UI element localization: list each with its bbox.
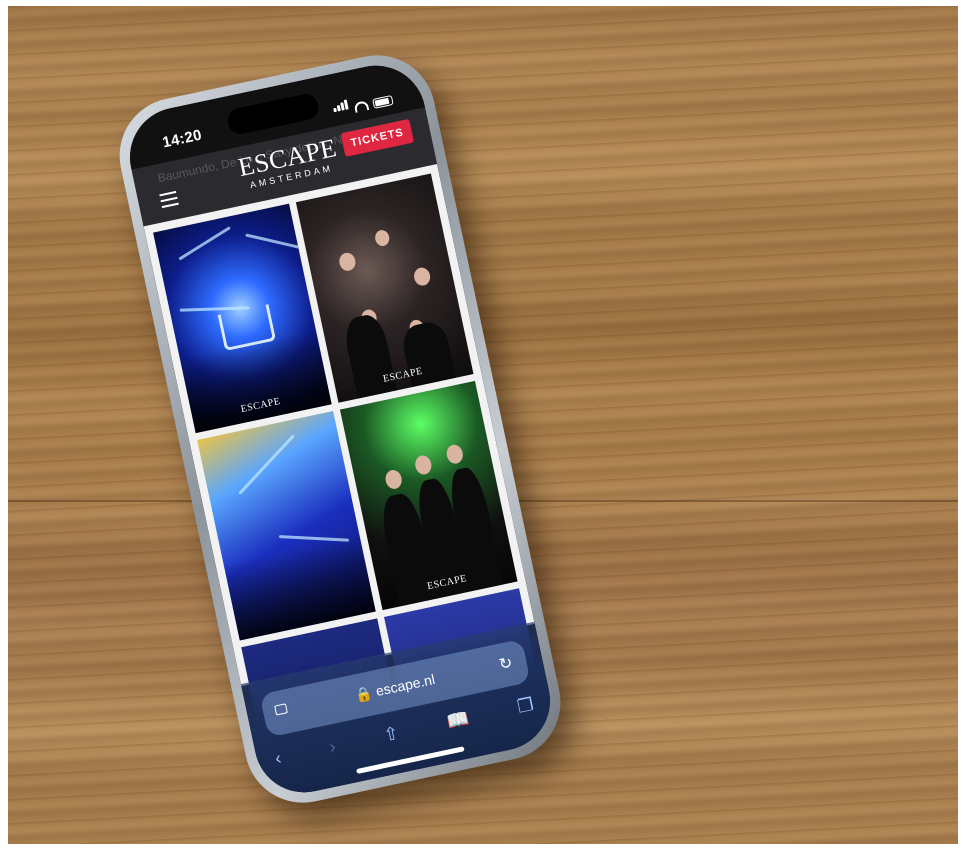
back-icon[interactable]: ‹ (273, 748, 283, 770)
dynamic-island (225, 91, 321, 137)
share-icon[interactable]: ⇧ (382, 723, 401, 747)
signal-icon (331, 96, 350, 117)
home-indicator[interactable] (356, 746, 465, 774)
status-icons (331, 87, 394, 117)
photo-scene: 14:20 Baumundo, De Lo... Saxy deLux, Nes… (0, 0, 963, 850)
lock-icon: 🔒 (353, 684, 374, 704)
hamburger-icon[interactable] (159, 190, 179, 212)
wifi-icon (353, 100, 370, 113)
tickets-button[interactable]: TICKETS (340, 118, 415, 157)
forward-icon[interactable]: › (327, 736, 337, 758)
tabs-icon[interactable]: ❐ (515, 694, 535, 718)
bookmarks-icon[interactable]: 📖 (445, 708, 471, 733)
battery-icon (372, 94, 394, 109)
clock: 14:20 (160, 126, 204, 152)
